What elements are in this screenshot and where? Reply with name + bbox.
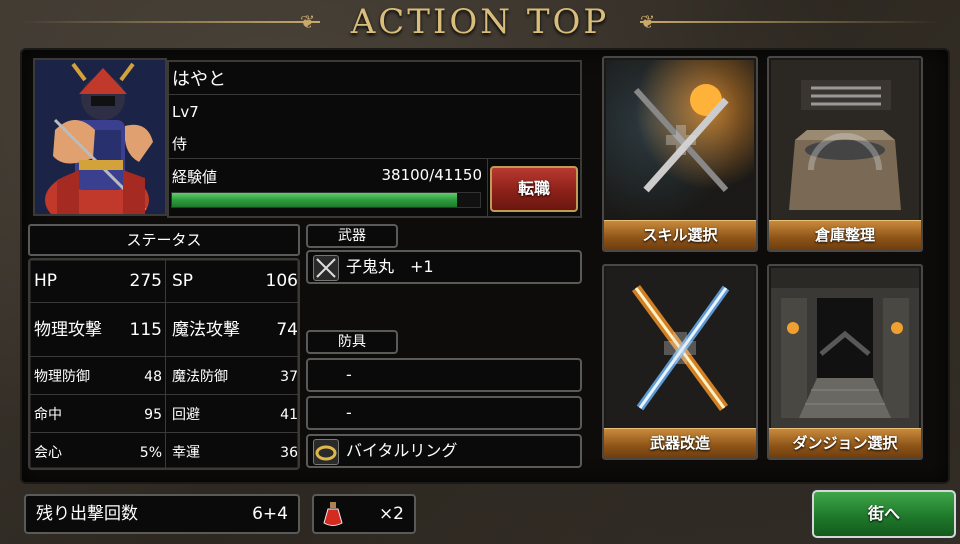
potion-counter: ×2 [312,494,416,534]
dungeon-icon [771,268,919,430]
skill-select-label: スキル選択 [604,220,756,250]
dungeon-select-label: ダンジョン選択 [769,428,921,458]
armor-slot-2[interactable]: - [306,396,582,430]
armor-tab: 防具 [306,330,398,354]
exp-label: 経験値 [172,168,218,186]
stat-value: 106 [265,271,298,291]
weapon-upgrade-icon [606,268,754,430]
storage-icon [771,60,919,222]
stat-value: 36 [280,445,298,461]
storage-card[interactable]: 倉庫整理 [767,56,923,252]
storage-label: 倉庫整理 [769,220,921,250]
exp-progress-bar [171,192,481,208]
stat-value: 48 [144,369,162,385]
dungeon-select-card[interactable]: ダンジョン選択 [767,264,923,460]
ring-icon [313,439,339,465]
potion-count: ×2 [378,504,404,524]
exp-value: 38100/41150 [381,166,483,184]
weapon-tab: 武器 [306,224,398,248]
title-bar: ❦ ACTION TOP ❦ [0,0,960,48]
stat-value: 275 [129,271,162,291]
sorties-value: 6+4 [252,504,288,524]
armor-name: バイタルリング [346,441,458,460]
weapon-name: 子鬼丸 +1 [346,257,434,276]
character-name: はやと [172,69,226,90]
character-level: Lv7 [172,103,199,121]
exp-progress-fill [172,193,458,207]
character-portrait [33,58,167,216]
go-to-town-button[interactable]: 街へ [812,490,956,538]
stat-value: 95 [144,407,162,423]
stat-value: 41 [280,407,298,423]
skill-select-card[interactable]: スキル選択 [602,56,758,252]
armor-slot-1[interactable]: - [306,358,582,392]
stat-value: 115 [129,320,162,340]
potion-icon [322,501,344,540]
status-header: ステータス [28,224,300,256]
character-job: 侍 [172,135,188,153]
armor-name: - [346,403,352,422]
armor-slot-3[interactable]: バイタルリング [306,434,582,468]
sorties-label: 残り出撃回数 [36,504,138,524]
armor-name: - [346,365,352,384]
stat-value: 74 [276,320,298,340]
stat-value: 37 [280,369,298,385]
skill-icon [606,60,754,222]
remaining-sorties: 残り出撃回数 6+4 [24,494,300,534]
weapon-upgrade-label: 武器改造 [604,428,756,458]
stat-value: 5% [139,445,162,461]
job-change-button[interactable]: 転職 [490,166,578,212]
sword-icon [313,255,339,281]
title-ornament-right [640,21,940,23]
weapon-upgrade-card[interactable]: 武器改造 [602,264,758,460]
weapon-slot[interactable]: 子鬼丸 +1 [306,250,582,284]
